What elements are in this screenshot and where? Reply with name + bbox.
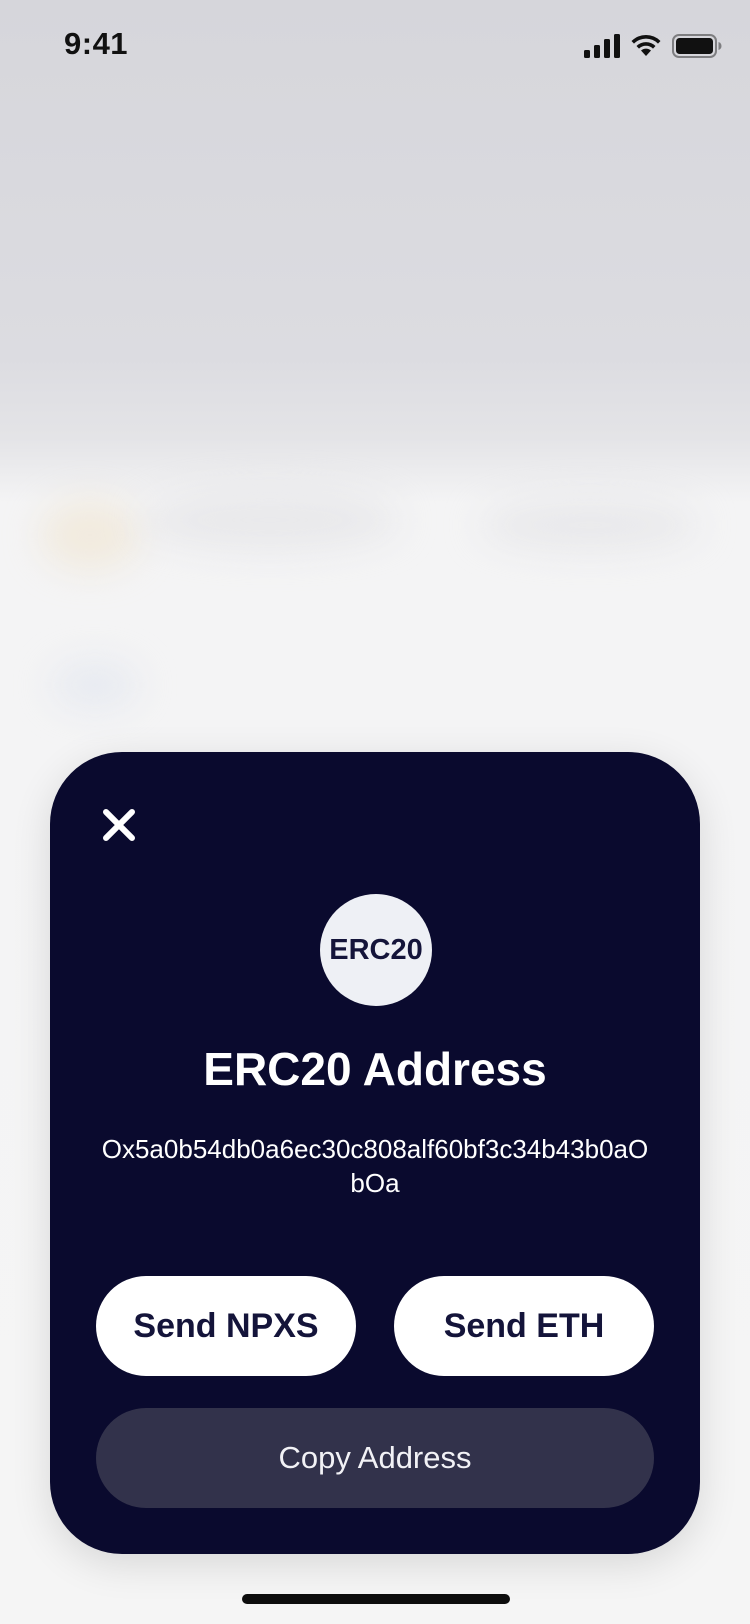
- wifi-icon: [630, 34, 662, 63]
- status-bar: 9:41: [0, 0, 750, 92]
- send-eth-button[interactable]: Send ETH: [394, 1276, 654, 1376]
- home-indicator: [242, 1594, 510, 1604]
- close-button[interactable]: [94, 802, 144, 852]
- copy-address-button[interactable]: Copy Address: [96, 1408, 654, 1508]
- close-icon[interactable]: [101, 807, 137, 848]
- status-time: 9:41: [64, 26, 129, 61]
- token-badge: ERC20: [320, 894, 432, 1006]
- cellular-signal-icon: [584, 34, 620, 63]
- status-icons: [584, 34, 722, 63]
- battery-icon: [672, 34, 722, 63]
- wallet-address: Ox5a0b54db0a6ec30c808alf60bf3c34b43b0aOb…: [101, 1134, 649, 1198]
- modal-title: ERC20 Address: [203, 1043, 547, 1095]
- send-npxs-button[interactable]: Send NPXS: [96, 1276, 356, 1376]
- erc20-address-modal: ERC20 ERC20 Address Ox5a0b54db0a6ec30c80…: [50, 752, 700, 1554]
